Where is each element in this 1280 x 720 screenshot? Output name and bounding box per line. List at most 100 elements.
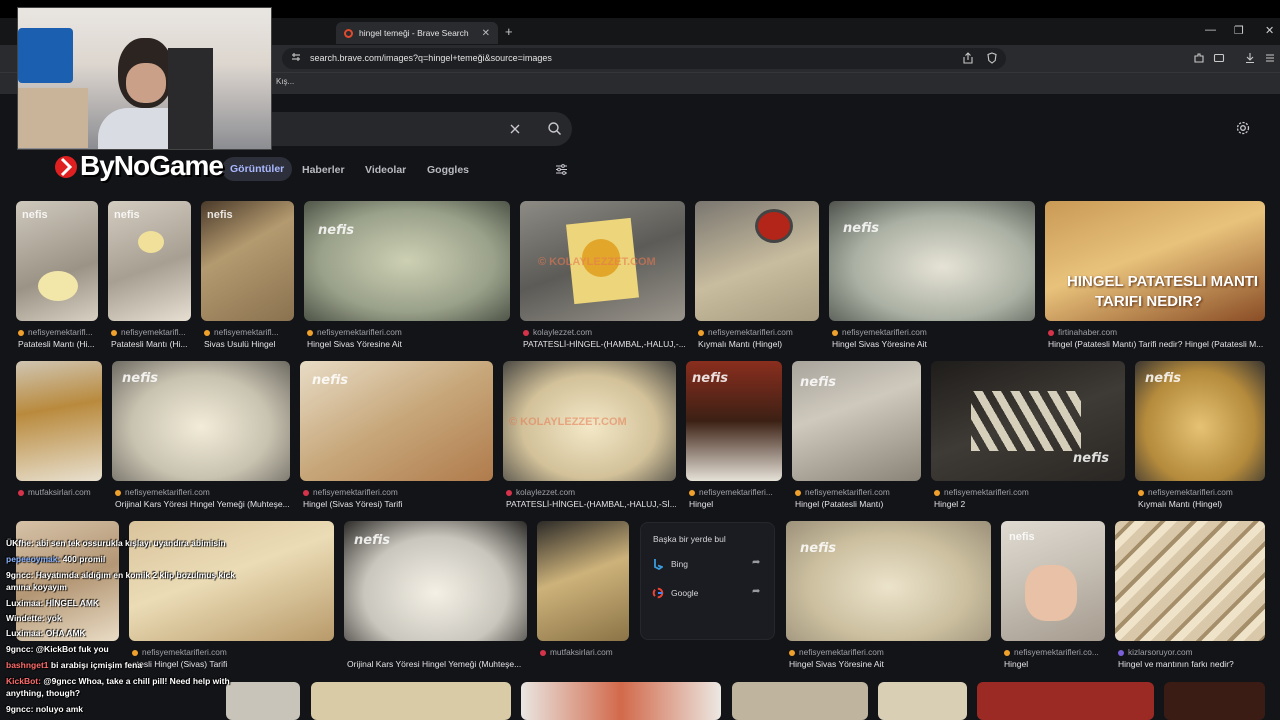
result-image[interactable] — [537, 521, 629, 641]
new-tab-button[interactable]: + — [505, 24, 513, 39]
menu-icon[interactable] — [1264, 52, 1276, 64]
source-favicon-icon — [18, 329, 24, 336]
result-image[interactable]: nefis — [931, 361, 1125, 481]
result-image[interactable] — [977, 682, 1154, 720]
share-arrow-icon[interactable]: ➦ — [752, 586, 760, 597]
browser-tab[interactable]: hingel temeği - Brave Search ✕ — [336, 22, 498, 44]
url-text[interactable]: search.brave.com/images?q=hingel+temeği&… — [310, 53, 552, 63]
person-face — [126, 63, 166, 103]
share-arrow-icon[interactable]: ➦ — [752, 557, 760, 568]
result-image[interactable]: nefis — [300, 361, 493, 481]
result-title[interactable]: Kıymalı Mantı (Hingel) — [1138, 499, 1265, 509]
settings-gear-icon[interactable] — [1235, 120, 1251, 136]
chat-message: amına koyayım — [6, 582, 67, 592]
source-favicon-icon — [689, 489, 695, 496]
result-title[interactable]: PATATESLİ-HİNGEL-(HAMBAL,-HALUJ,-Sİ... — [506, 499, 676, 509]
result-title[interactable]: Hingel ve mantının farkı nedir? — [1118, 659, 1268, 669]
source-favicon-icon — [1048, 329, 1054, 336]
result-title[interactable]: Hingel (Patatesli Mantı) — [795, 499, 925, 509]
chat-message: Luximaa: HİNGEL AMK — [6, 598, 99, 608]
chair — [168, 48, 213, 149]
result-title[interactable]: Kıymalı Mantı (Hingel) — [698, 339, 820, 349]
result-source: nefisyemektarifleri.com — [115, 487, 290, 497]
watermark: © KOLAYLEZZET.COM — [538, 256, 656, 268]
source-favicon-icon — [111, 329, 117, 336]
brave-shields-icon[interactable] — [986, 52, 998, 64]
search-icon[interactable] — [547, 121, 562, 136]
result-title[interactable]: Patatesli Mantı (Hi... — [111, 339, 191, 349]
result-image[interactable]: nefis — [1001, 521, 1105, 641]
tab-goggles[interactable]: Goggles — [427, 164, 469, 176]
result-title[interactable]: Hingel — [1004, 659, 1108, 669]
result-title[interactable]: PATATESLİ-HİNGEL-(HAMBAL,-HALUJ,-... — [523, 339, 685, 349]
result-source: nefisyemektarifleri.com — [307, 327, 507, 337]
chat-text: yok — [47, 613, 62, 623]
chat-text: 400 promil — [62, 554, 106, 564]
result-title[interactable]: Hingel Sivas Yöresine Ait — [832, 339, 1032, 349]
result-image[interactable] — [311, 682, 511, 720]
result-image[interactable] — [16, 361, 102, 481]
chat-message: Windette: yok — [6, 613, 62, 623]
site-settings-icon[interactable] — [291, 52, 301, 62]
chat-message: ÜKfhe: abi sen tek ossurukla kışlayı uya… — [6, 538, 226, 548]
download-icon[interactable] — [1244, 52, 1256, 64]
result-image[interactable]: nefis — [786, 521, 991, 641]
result-source: nefisyemektarifl... — [18, 327, 98, 337]
result-image[interactable]: nefis — [108, 201, 191, 321]
share-icon[interactable] — [962, 52, 974, 64]
result-image[interactable]: nefis — [686, 361, 782, 481]
result-image[interactable] — [521, 682, 721, 720]
source-favicon-icon — [934, 489, 940, 496]
find-google-link[interactable]: Google — [671, 588, 698, 598]
watermark: nefis — [114, 209, 140, 221]
result-image[interactable]: nefis — [792, 361, 921, 481]
result-title[interactable]: Hingel — [689, 499, 783, 509]
result-title[interactable]: Orijinal Kars Yöresi Hingel Yemeği (Muht… — [347, 659, 527, 669]
result-image[interactable] — [878, 682, 967, 720]
result-image[interactable]: nefis — [112, 361, 290, 481]
banner-text: HINGEL PATATESLI MANTI — [1067, 273, 1259, 290]
result-image[interactable]: nefis — [344, 521, 527, 641]
result-title[interactable]: Hingel (Patatesli Mantı) Tarifi nedir? H… — [1048, 339, 1263, 349]
restore-button[interactable]: ❐ — [1234, 24, 1244, 37]
source-favicon-icon — [795, 489, 801, 496]
result-image[interactable]: © KOLAYLEZZET.COM — [503, 361, 676, 481]
result-title[interactable]: Hingel 2 — [934, 499, 1124, 509]
find-bing-link[interactable]: Bing — [671, 559, 688, 569]
chat-username: KickBot: — [6, 676, 44, 686]
clear-search-icon[interactable] — [508, 122, 522, 136]
result-image[interactable]: © KOLAYLEZZET.COM — [520, 201, 685, 321]
watermark: nefis — [1009, 531, 1035, 543]
extensions-icon[interactable] — [1193, 52, 1205, 64]
tab-close-icon[interactable]: ✕ — [482, 28, 490, 39]
chat-text: OHA AMK — [45, 628, 86, 638]
result-title[interactable]: Hingel (Sivas Yöresi) Tarifi — [303, 499, 493, 509]
result-image[interactable] — [732, 682, 868, 720]
tab-news[interactable]: Haberler — [302, 164, 345, 176]
result-image[interactable]: nefis — [1135, 361, 1265, 481]
result-title[interactable]: Orijinal Kars Yöresi Hıngel Yemeği (Muht… — [115, 499, 293, 509]
result-image[interactable] — [1164, 682, 1265, 720]
watermark: nefis — [800, 541, 837, 556]
watermark: nefis — [1145, 371, 1182, 386]
result-image[interactable] — [695, 201, 819, 321]
tab-videos[interactable]: Videolar — [365, 164, 406, 176]
result-title[interactable]: Hingel Sivas Yöresine Ait — [789, 659, 989, 669]
wallet-icon[interactable] — [1213, 52, 1225, 64]
result-source: nefisyemektarifl... — [111, 327, 191, 337]
search-input[interactable] — [252, 112, 572, 146]
result-image[interactable]: HINGEL PATATESLI MANTI TARIFI NEDIR? — [1045, 201, 1265, 321]
source-favicon-icon — [1118, 649, 1124, 656]
result-title[interactable]: Patatesli Mantı (Hi... — [18, 339, 98, 349]
result-image[interactable]: nefis — [304, 201, 510, 321]
result-image[interactable]: nefis — [829, 201, 1035, 321]
close-window-button[interactable]: ✕ — [1265, 24, 1274, 37]
result-title[interactable]: Sivas Usulü Hingel — [204, 339, 294, 349]
filter-icon[interactable] — [555, 163, 568, 176]
bookmark-item[interactable]: Kış... — [276, 77, 294, 86]
minimize-button[interactable]: — — [1205, 24, 1216, 36]
result-image[interactable] — [1115, 521, 1265, 641]
result-image[interactable]: nefis — [16, 201, 98, 321]
result-image[interactable]: nefis — [201, 201, 294, 321]
result-title[interactable]: Hingel Sivas Yöresine Ait — [307, 339, 507, 349]
